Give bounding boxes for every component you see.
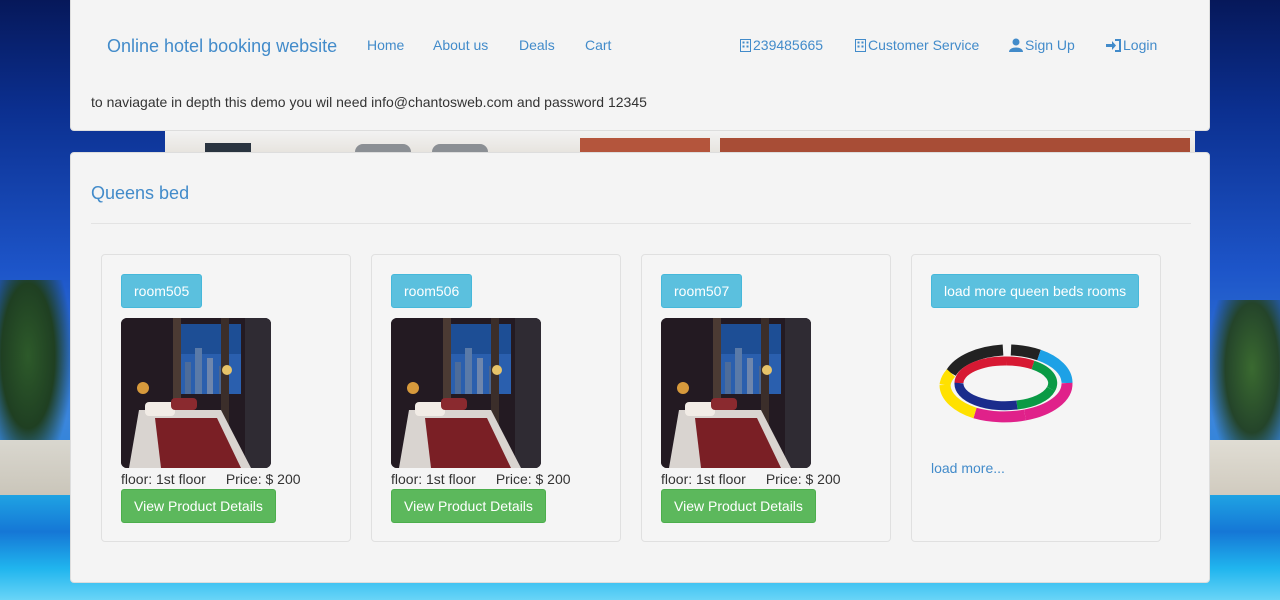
phone-icon <box>740 39 751 55</box>
nav-about[interactable]: About us <box>433 37 488 53</box>
room-price: Price: $ 200 <box>765 471 841 487</box>
room-name-button[interactable]: room507 <box>661 274 743 308</box>
loading-spinner-icon <box>937 343 1077 426</box>
nav-sign-up[interactable]: Sign Up <box>1009 37 1075 55</box>
room-price: Price: $ 200 <box>225 471 301 487</box>
room-price: Price: $ 200 <box>495 471 571 487</box>
view-product-details-button[interactable]: View Product Details <box>661 489 816 523</box>
navbar: Online hotel booking website Home About … <box>70 0 1210 131</box>
nav-phone[interactable]: 239485665 <box>740 37 823 55</box>
view-product-details-button[interactable]: View Product Details <box>391 489 546 523</box>
room-photo[interactable] <box>391 318 541 468</box>
phone-number: 239485665 <box>753 37 824 53</box>
room-info: floor: 1st floor Price: $ 200 <box>661 471 841 487</box>
divider <box>91 223 1191 224</box>
nav-login[interactable]: Login <box>1106 37 1157 55</box>
bg-arch <box>432 144 488 152</box>
room-photo[interactable] <box>661 318 811 468</box>
load-more-card: load more queen beds rooms load more... <box>911 254 1161 542</box>
brand-link[interactable]: Online hotel booking website <box>107 36 337 57</box>
room-floor: floor: 1st floor <box>121 471 206 487</box>
room-card: room506 floor: 1st floor Price: $ 200 Vie… <box>371 254 621 542</box>
room-info: floor: 1st floor Price: $ 200 <box>391 471 571 487</box>
bg-pool-deck <box>1210 440 1280 500</box>
rooms-panel: Queens bed room505 floor: 1st floor Price… <box>70 152 1210 583</box>
room-floor: floor: 1st floor <box>661 471 746 487</box>
room-card: room505 floor: 1st floor Price: $ 200 Vie… <box>101 254 351 542</box>
headset-icon <box>855 39 866 55</box>
view-product-details-button[interactable]: View Product Details <box>121 489 276 523</box>
demo-credentials-notice: to naviagate in depth this demo you wil … <box>91 94 647 110</box>
bg-window <box>205 143 251 152</box>
nav-customer-service[interactable]: Customer Service <box>855 37 979 55</box>
bg-roof <box>580 138 710 152</box>
room-floor: floor: 1st floor <box>391 471 476 487</box>
user-icon <box>1009 38 1023 55</box>
load-more-link[interactable]: load more... <box>931 460 1005 476</box>
login-label: Login <box>1123 37 1158 53</box>
bg-pool-deck <box>0 440 70 500</box>
load-more-queen-beds-button[interactable]: load more queen beds rooms <box>931 274 1140 308</box>
customer-service-label: Customer Service <box>868 37 980 53</box>
room-info: floor: 1st floor Price: $ 200 <box>121 471 301 487</box>
bg-arch <box>355 144 411 152</box>
room-card: room507 floor: 1st floor Price: $ 200 Vie… <box>641 254 891 542</box>
room-photo[interactable] <box>121 318 271 468</box>
nav-home[interactable]: Home <box>367 37 404 53</box>
nav-deals[interactable]: Deals <box>519 37 555 53</box>
section-title: Queens bed <box>91 183 190 203</box>
room-name-button[interactable]: room506 <box>391 274 473 308</box>
login-icon <box>1106 39 1121 55</box>
bg-roof <box>720 138 1190 152</box>
room-name-button[interactable]: room505 <box>121 274 203 308</box>
nav-cart[interactable]: Cart <box>585 37 611 53</box>
sign-up-label: Sign Up <box>1025 37 1075 53</box>
